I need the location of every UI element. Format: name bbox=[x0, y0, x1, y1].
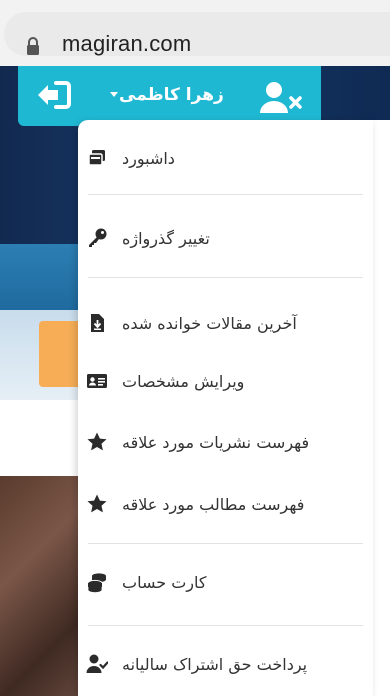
user-name-dropdown[interactable]: زهرا کاظمی bbox=[119, 85, 224, 105]
star-icon bbox=[87, 432, 107, 451]
menu-item-edit-profile[interactable]: ویرایش مشخصات bbox=[78, 361, 373, 401]
lock-icon bbox=[27, 37, 39, 55]
menu-item-annual-subscription[interactable]: پرداخت حق اشتراک سالیانه bbox=[78, 644, 373, 684]
menu-item-label: آخرین مقالات خوانده شده bbox=[122, 313, 297, 333]
user-check-icon bbox=[86, 654, 108, 673]
url-text: magiran.com bbox=[62, 31, 192, 56]
menu-item-account-card[interactable]: کارت حساب bbox=[78, 562, 373, 602]
menu-item-recent-articles[interactable]: آخرین مقالات خوانده شده bbox=[78, 303, 373, 343]
menu-item-favorite-journals[interactable]: فهرست نشریات مورد علاقه bbox=[78, 422, 373, 462]
user-dropdown-menu: داشبورد تغییر گذرواژه آخرین مقالات خواند… bbox=[78, 120, 373, 696]
menu-item-favorite-articles[interactable]: فهرست مطالب مورد علاقه bbox=[78, 484, 373, 524]
dashboard-icon bbox=[88, 150, 105, 166]
menu-divider bbox=[88, 543, 363, 544]
menu-item-label: پرداخت حق اشتراک سالیانه bbox=[122, 654, 308, 674]
user-bar: زهرا کاظمی bbox=[18, 66, 321, 126]
chevron-down-icon[interactable] bbox=[110, 92, 118, 97]
page-edge bbox=[373, 120, 390, 696]
menu-item-label: فهرست مطالب مورد علاقه bbox=[122, 494, 305, 514]
menu-item-label: ویرایش مشخصات bbox=[122, 371, 245, 391]
menu-divider bbox=[88, 194, 363, 195]
coins-icon bbox=[87, 573, 106, 593]
url-field[interactable]: magiran.com bbox=[4, 12, 390, 56]
menu-item-label: داشبورد bbox=[122, 148, 175, 168]
user-times-icon[interactable] bbox=[258, 80, 304, 114]
file-download-icon bbox=[91, 314, 104, 332]
key-icon bbox=[89, 228, 107, 247]
id-card-icon bbox=[87, 374, 107, 388]
menu-item-label: تغییر گذرواژه bbox=[122, 228, 210, 248]
browser-address-bar: magiran.com bbox=[0, 0, 390, 66]
menu-divider bbox=[88, 625, 363, 626]
menu-item-dashboard[interactable]: داشبورد bbox=[78, 138, 373, 178]
menu-item-label: کارت حساب bbox=[122, 572, 207, 592]
menu-divider bbox=[88, 277, 363, 278]
menu-item-change-password[interactable]: تغییر گذرواژه bbox=[78, 218, 373, 258]
menu-item-label: فهرست نشریات مورد علاقه bbox=[122, 432, 310, 452]
star-icon bbox=[87, 494, 107, 513]
logout-icon[interactable] bbox=[36, 80, 72, 110]
